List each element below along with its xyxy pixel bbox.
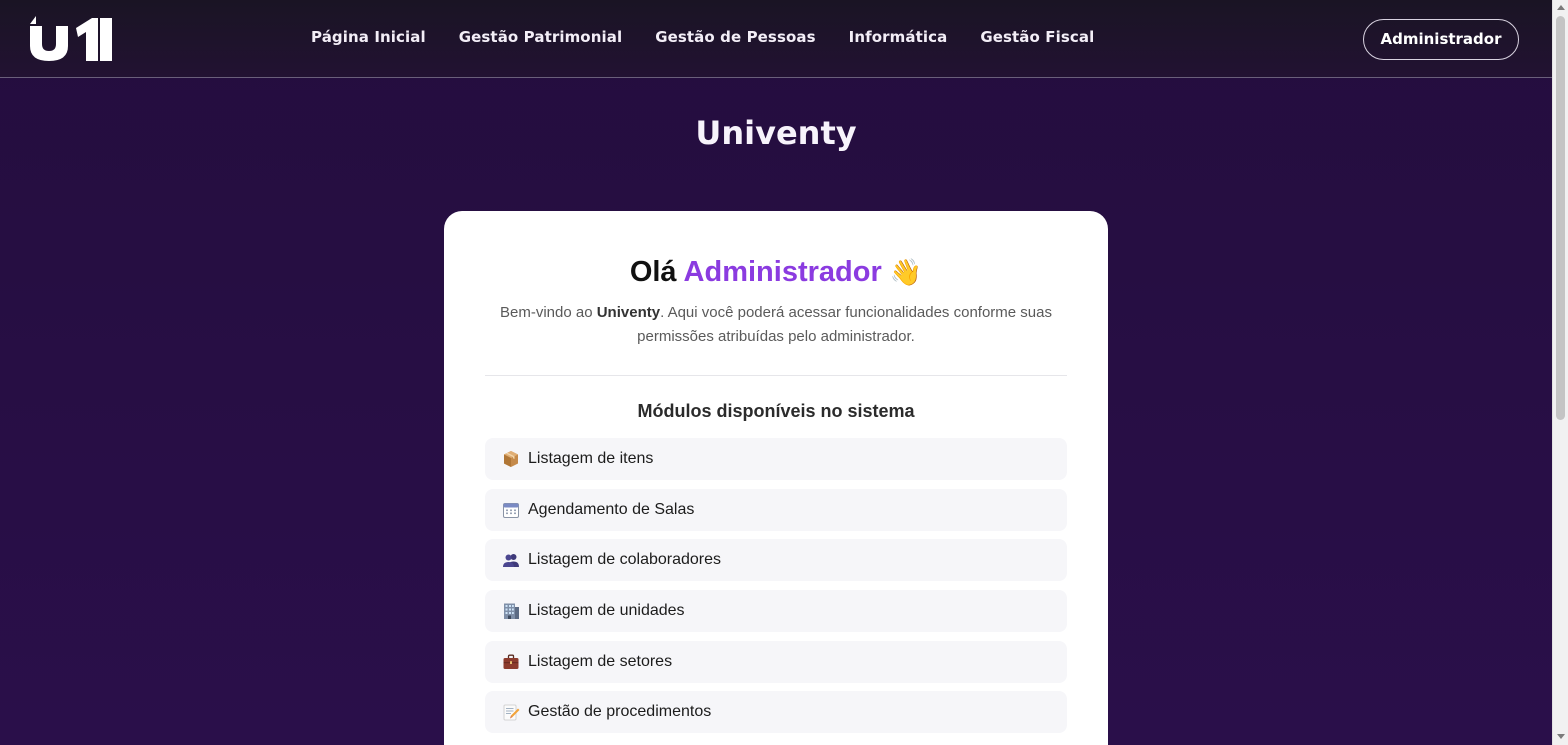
module-item-agendamento-de-salas[interactable]: Agendamento de Salas	[485, 488, 1067, 531]
nav-link-gestao-fiscal[interactable]: Gestão Fiscal	[980, 28, 1094, 46]
briefcase-icon	[503, 654, 519, 669]
building-icon	[504, 603, 519, 620]
greeting-username: Administrador	[683, 256, 882, 288]
module-item-listagem-de-unidades[interactable]: Listagem de unidades	[485, 590, 1067, 633]
calendar-icon	[503, 502, 519, 518]
module-label: Agendamento de Salas	[528, 500, 695, 518]
scroll-down-arrow-icon[interactable]	[1557, 734, 1565, 739]
scrollbar-thumb[interactable]	[1556, 16, 1565, 420]
module-label: Listagem de unidades	[528, 602, 685, 620]
modules-heading: Módulos disponíveis no sistema	[637, 401, 915, 421]
nav-link-gestao-de-pessoas[interactable]: Gestão de Pessoas	[655, 28, 815, 46]
welcome-text-brand: Univenty	[596, 304, 661, 321]
waving-hand-icon: 👋	[889, 257, 923, 287]
module-item-listagem-de-setores[interactable]: Listagem de setores	[485, 640, 1067, 683]
welcome-text-after: . Aqui você poderá acessar funcionalidad…	[637, 304, 1052, 345]
package-icon	[504, 451, 518, 467]
welcome-text-before: Bem-vindo ao	[500, 304, 597, 321]
module-label: Listagem de itens	[528, 450, 654, 467]
user-menu-button[interactable]: Administrador	[1363, 19, 1519, 60]
module-label: Listagem de colaboradores	[528, 551, 722, 569]
vertical-scrollbar[interactable]	[1552, 0, 1568, 745]
main-nav: Página Inicial Gestão Patrimonial Gestão…	[311, 28, 1094, 46]
greeting-heading: Olá Administrador 👋	[444, 256, 1108, 289]
divider	[485, 375, 1067, 376]
module-item-listagem-de-colaboradores[interactable]: Listagem de colaboradores	[485, 539, 1067, 582]
nav-link-pagina-inicial[interactable]: Página Inicial	[311, 28, 426, 46]
module-list: Listagem de itens Agendamento de Salas L…	[485, 438, 1067, 742]
greeting-prefix: Olá	[629, 256, 677, 288]
memo-icon	[503, 705, 520, 721]
logo[interactable]	[28, 16, 114, 62]
nav-link-gestao-patrimonial[interactable]: Gestão Patrimonial	[459, 28, 622, 46]
module-label: Gestão de procedimentos	[528, 703, 712, 721]
people-icon	[503, 554, 519, 568]
module-item-listagem-de-itens[interactable]: Listagem de itens	[485, 438, 1067, 480]
welcome-card: Olá Administrador 👋 Bem-vindo ao Univent…	[444, 211, 1108, 745]
nav-link-informatica[interactable]: Informática	[849, 28, 948, 46]
top-navbar: Página Inicial Gestão Patrimonial Gestão…	[0, 0, 1552, 78]
welcome-text: Bem-vindo ao Univenty. Aqui você poderá …	[484, 301, 1068, 349]
module-label: Listagem de setores	[528, 652, 673, 670]
page-title: Univenty	[695, 114, 857, 152]
module-item-gestao-de-procedimentos[interactable]: Gestão de procedimentos	[485, 691, 1067, 734]
scroll-up-arrow-icon[interactable]	[1557, 5, 1565, 10]
page: Página Inicial Gestão Patrimonial Gestão…	[0, 0, 1552, 745]
